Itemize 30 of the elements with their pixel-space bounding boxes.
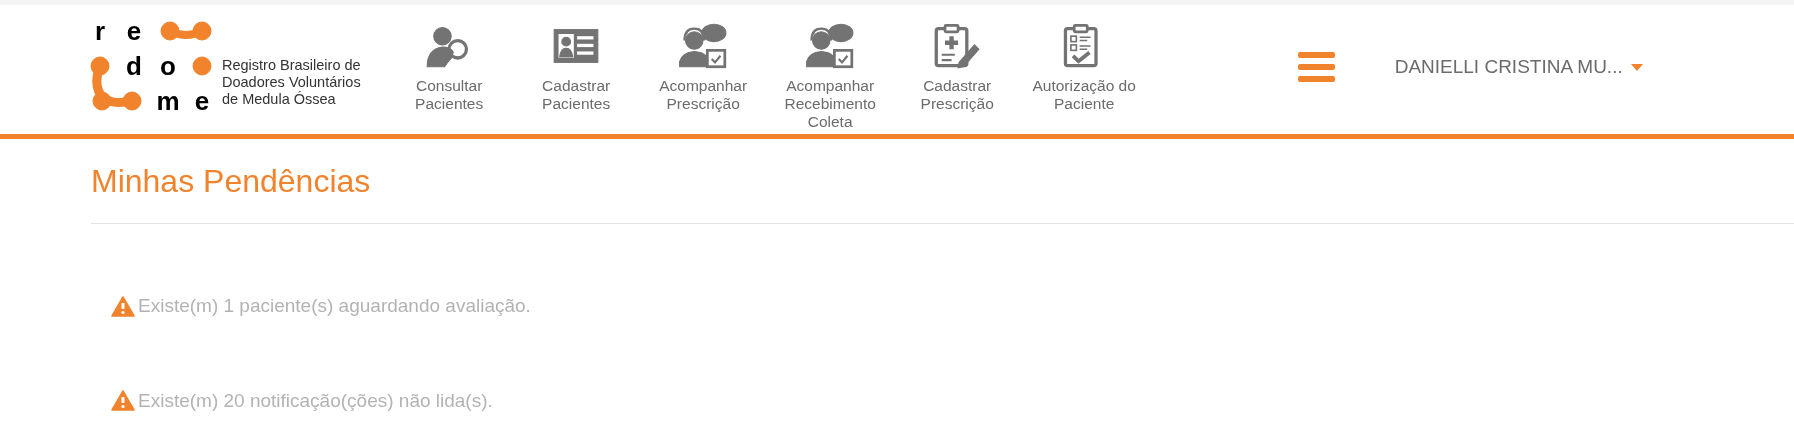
nav-label: Autorização do Paciente xyxy=(1032,77,1136,113)
nav-item[interactable]: Cadastrar Pacientes xyxy=(512,23,640,131)
warning-icon xyxy=(111,295,135,317)
nav-label: Cadastrar Prescrição xyxy=(920,77,994,113)
logo-letter: r xyxy=(94,18,106,44)
alert-message: Existe(m) 20 notificação(ções) não lida(s). xyxy=(138,388,493,413)
logo-letter: e xyxy=(194,88,210,114)
nav-item[interactable]: Consultar Pacientes xyxy=(385,23,513,131)
nav-item[interactable]: Acompanhar Prescrição xyxy=(639,23,767,131)
nav-item[interactable]: Acompanhar Recebimento Coleta xyxy=(766,23,894,131)
nav-label: Cadastrar Pacientes xyxy=(542,77,611,113)
nav-label: Acompanhar Recebimento Coleta xyxy=(784,77,876,131)
warning-icon xyxy=(111,390,135,412)
user-menu[interactable]: DANIELLI CRISTINA MU... xyxy=(1394,52,1643,82)
support-agent-icon xyxy=(806,23,855,69)
logo-letter: d xyxy=(126,53,142,79)
page-title: Minhas Pendências xyxy=(91,162,372,201)
nav-item[interactable]: Cadastrar Prescrição xyxy=(893,23,1021,131)
logo-tagline: Registro Brasileiro de Doadores Voluntários de Medula Óssea xyxy=(222,56,361,108)
menu-icon[interactable] xyxy=(1297,52,1335,82)
nav-item[interactable]: Autorização do Paciente xyxy=(1020,23,1148,131)
nav-label: Acompanhar Prescrição xyxy=(659,77,748,113)
logo-letter: e xyxy=(126,18,142,44)
logo-letter: o xyxy=(160,53,176,79)
clipboard-edit-icon xyxy=(933,23,982,69)
nav-label: Consultar Pacientes xyxy=(415,77,484,113)
alert-message: Existe(m) 1 paciente(s) aguardando avaliação. xyxy=(138,294,531,318)
support-agent-icon xyxy=(679,23,728,69)
logo-letter: m xyxy=(156,88,180,114)
caret-icon xyxy=(1630,63,1643,71)
